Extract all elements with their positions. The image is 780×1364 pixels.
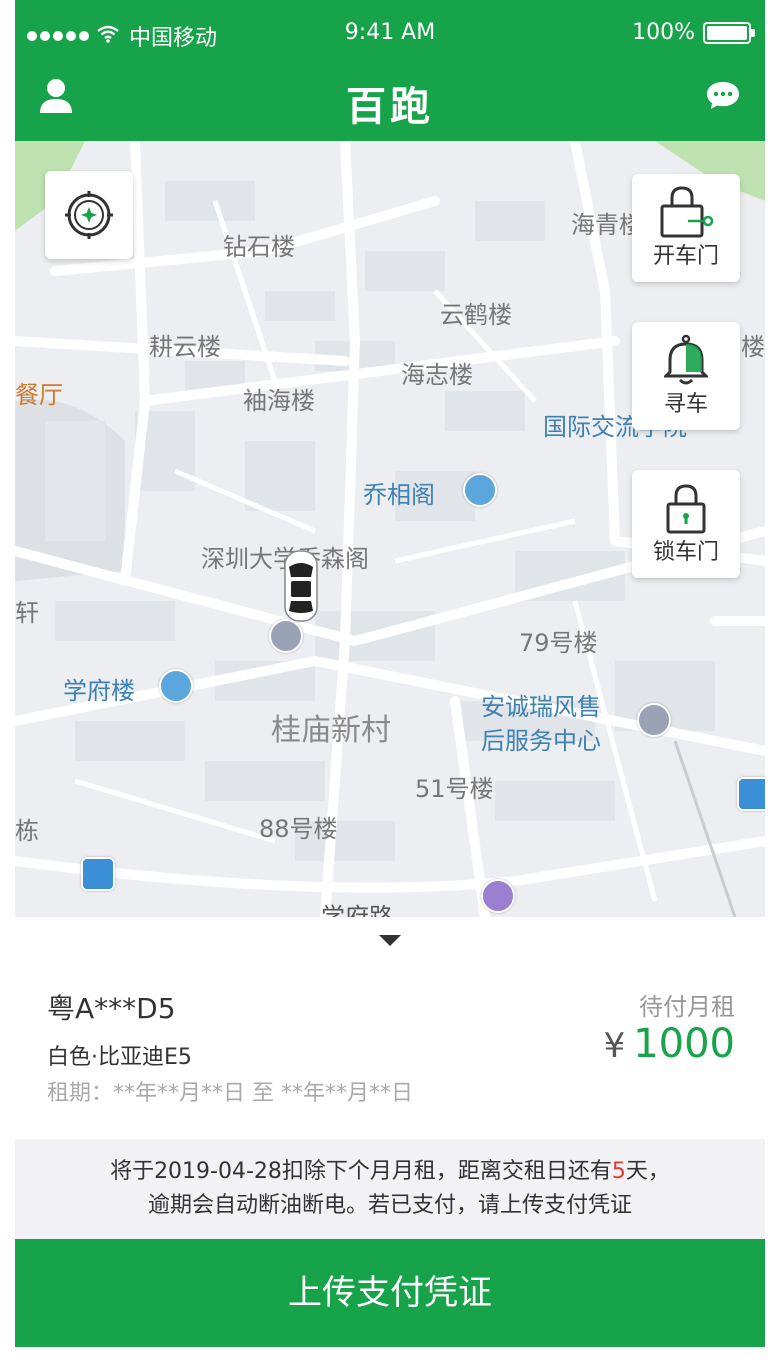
map-label: 88号楼 — [259, 815, 338, 843]
rent-amount: ¥1000 — [604, 1021, 735, 1067]
lock-door-label: 锁车门 — [652, 540, 719, 565]
map-label: 79号楼 — [519, 629, 598, 657]
map-label: 51号楼 — [415, 775, 494, 803]
days-remaining: 5 — [611, 1159, 626, 1184]
map-label: 耕云楼 — [149, 333, 221, 361]
app-logo: 百跑 — [346, 84, 434, 130]
map-view[interactable]: 钻石楼 海青楼 云鹤楼 耕云楼 海志楼 袖海楼 国际交流学院 乔相阁 深圳大学乔… — [15, 141, 765, 917]
upload-payment-proof-button[interactable]: 上传支付凭证 — [15, 1239, 765, 1347]
bottom-spacer — [15, 1347, 765, 1364]
rental-period: 租期：**年**月**日 至 **年**月**日 — [47, 1081, 413, 1106]
map-label: 后服务中心 — [481, 727, 601, 755]
app-bar: 百跑 — [15, 66, 765, 130]
unlock-door-button[interactable]: 开车门 — [632, 174, 740, 282]
bus-stop-icon[interactable] — [737, 777, 765, 811]
building-poi-icon[interactable] — [159, 669, 193, 703]
car-marker-icon[interactable] — [283, 549, 319, 623]
shop-poi-icon[interactable] — [481, 879, 515, 913]
payment-notice: 将于2019-04-28扣除下个月月租，距离交租日还有5天， 逾期会自动断油断电… — [15, 1139, 765, 1239]
unlock-icon — [660, 186, 714, 238]
notice-line-2: 逾期会自动断油断电。若已支付，请上传支付凭证 — [147, 1193, 632, 1218]
notice-text: 将于2019-04-28扣除下个月月租，距离交租日还有 — [110, 1159, 612, 1184]
map-label: 轩 — [15, 599, 39, 627]
chat-bubble-icon[interactable] — [705, 80, 741, 110]
map-label: 楼 — [741, 333, 765, 361]
bell-icon — [664, 334, 708, 385]
battery-icon — [703, 21, 755, 44]
notice-line-1: 将于2019-04-28扣除下个月月租，距离交租日还有5天， — [15, 1155, 765, 1189]
map-label: 袖海楼 — [243, 387, 315, 415]
battery-group: 100% — [632, 20, 755, 45]
map-label: 桂庙新村 — [271, 713, 391, 748]
lock-icon — [666, 484, 706, 534]
find-car-label: 寻车 — [663, 392, 708, 417]
license-plate: 粤A***D5 — [47, 992, 176, 1025]
wrench-poi-icon[interactable] — [637, 703, 671, 737]
map-label: 学府楼 — [63, 677, 135, 705]
header: 中国移动 9:41 AM 100% 百跑 — [15, 0, 765, 141]
collapse-arrow-icon[interactable] — [379, 935, 401, 946]
map-label: 餐厅 — [15, 381, 63, 409]
locate-button[interactable] — [45, 171, 133, 259]
map-label: 乔相阁 — [363, 481, 435, 509]
map-label: 栋 — [15, 817, 39, 845]
map-label: 钻石楼 — [223, 233, 295, 261]
map-label: 安诚瑞风售 — [481, 693, 601, 721]
status-bar: 中国移动 9:41 AM 100% — [15, 14, 765, 54]
notice-text: 天， — [625, 1159, 670, 1184]
find-car-button[interactable]: 寻车 — [632, 322, 740, 430]
currency-symbol: ¥ — [603, 1026, 626, 1066]
vehicle-model: 白色·比亚迪E5 — [47, 1045, 192, 1070]
lock-door-button[interactable]: 锁车门 — [632, 470, 740, 578]
compass-icon — [65, 191, 113, 239]
building-poi-icon[interactable] — [463, 473, 497, 507]
bus-stop-icon[interactable] — [81, 857, 115, 891]
entrance-poi-icon[interactable] — [269, 619, 303, 653]
map-label: 云鹤楼 — [440, 301, 512, 329]
rent-due-label: 待付月租 — [639, 993, 735, 1021]
map-label: 海志楼 — [401, 361, 473, 389]
app-screen: 中国移动 9:41 AM 100% 百跑 钻石楼 海青楼 云鹤楼 耕云楼 海志楼… — [15, 0, 765, 1364]
battery-percent: 100% — [632, 20, 695, 45]
map-label: 学府路 — [321, 903, 393, 917]
unlock-door-label: 开车门 — [652, 244, 719, 269]
rental-info-card: 粤A***D5 白色·比亚迪E5 租期：**年**月**日 至 **年**月**… — [15, 917, 765, 1139]
rent-amount-value: 1000 — [633, 1021, 735, 1067]
